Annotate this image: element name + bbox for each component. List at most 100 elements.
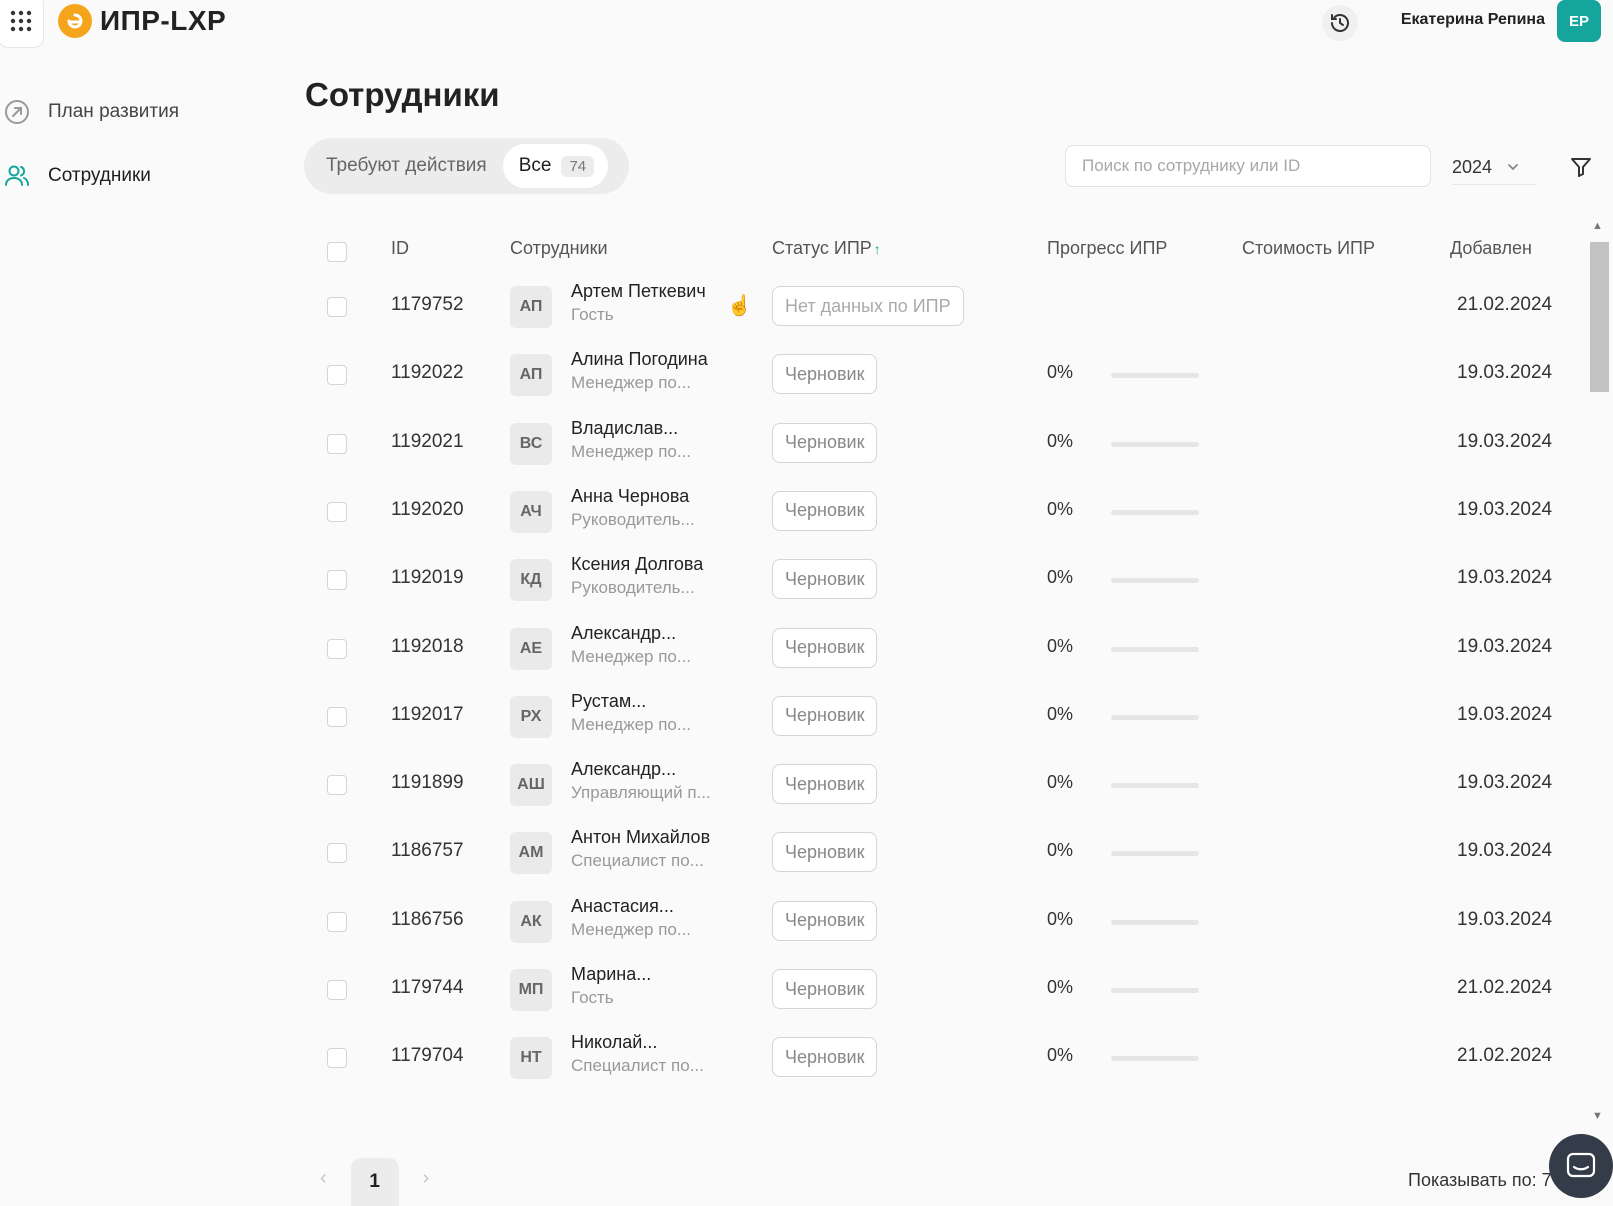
year-select-value: 2024	[1452, 156, 1493, 177]
progress-bar	[1111, 714, 1199, 720]
employee-name[interactable]: Марина...	[571, 964, 651, 985]
employee-avatar: АШ	[510, 764, 552, 807]
employee-name[interactable]: Александр...	[571, 623, 676, 644]
history-button[interactable]	[1322, 5, 1358, 41]
next-page-button[interactable]: ›	[423, 1167, 430, 1190]
users-icon	[5, 165, 29, 186]
table-row[interactable]: 1192021 ВС Владислав... Менеджер по... Черно…	[305, 409, 1575, 479]
progress-bar	[1111, 988, 1199, 993]
employee-name[interactable]: Владислав...	[571, 418, 678, 439]
employee-avatar: НТ	[510, 1037, 552, 1080]
filter-button[interactable]	[1568, 154, 1594, 180]
progress-percent: 0%	[1047, 430, 1074, 451]
app-logo[interactable]: ИПР-LXP	[58, 4, 226, 38]
table-row[interactable]: 1179744 МП Марина... Гость Черновик 0% 21.02.2…	[305, 955, 1575, 1025]
table-row[interactable]: 1191899 АШ Александр... Управляющий п... Чер…	[305, 750, 1575, 820]
progress-bar	[1111, 441, 1199, 447]
employee-id: 1179704	[391, 1045, 464, 1067]
tab-requires-action[interactable]: Требуют действия	[310, 144, 503, 188]
row-checkbox[interactable]	[327, 365, 347, 386]
table-row[interactable]: 1192017 РХ Рустам... Менеджер по... Черновик…	[305, 682, 1575, 752]
table-row[interactable]: 1186756 АК Анастасия... Менеджер по... Черно…	[305, 887, 1575, 957]
status-badge[interactable]: Черновик	[772, 627, 878, 668]
scroll-up-icon[interactable]: ▲	[1592, 220, 1603, 232]
status-badge[interactable]: Черновик	[772, 695, 878, 736]
employee-name[interactable]: Анна Чернова	[571, 486, 689, 507]
employee-name[interactable]: Антон Михайлов	[571, 827, 710, 848]
table-row[interactable]: 1192018 АЕ Александр... Менеджер по... Черно…	[305, 614, 1575, 684]
filter-icon	[1571, 158, 1591, 177]
year-select[interactable]: 2024	[1452, 150, 1536, 185]
column-header-cost[interactable]: Стоимость ИПР	[1242, 238, 1375, 259]
column-header-added[interactable]: Добавлен	[1450, 238, 1532, 259]
app-title: ИПР-LXP	[100, 5, 227, 36]
column-header-employee[interactable]: Сотрудники	[510, 238, 608, 259]
progress-percent: 0%	[1047, 567, 1074, 588]
user-avatar[interactable]: ЕР	[1557, 0, 1601, 42]
row-checkbox[interactable]	[327, 706, 347, 727]
prev-page-button[interactable]: ‹	[320, 1167, 327, 1190]
employee-name[interactable]: Алина Погодина	[571, 349, 708, 370]
employee-name[interactable]: Артем Петкевич	[571, 281, 706, 302]
employee-name[interactable]: Александр...	[571, 759, 676, 780]
status-badge[interactable]: Черновик	[772, 1037, 878, 1078]
row-checkbox[interactable]	[327, 775, 347, 796]
employee-name[interactable]: Рустам...	[571, 691, 646, 712]
scroll-down-icon[interactable]: ▼	[1592, 1110, 1603, 1122]
search-input[interactable]	[1065, 145, 1431, 187]
status-badge[interactable]: Черновик	[772, 969, 878, 1009]
table-row[interactable]: 1192022 АП Алина Погодина Менеджер по... Чер…	[305, 340, 1575, 410]
table-row[interactable]: 1192020 АЧ Анна Чернова Руководитель... Черн…	[305, 477, 1575, 547]
table-row[interactable]: 1179704 НТ Николай... Специалист по... Черно…	[305, 1023, 1575, 1093]
row-checkbox[interactable]	[327, 570, 347, 591]
per-page-selector[interactable]: Показывать по: 7	[1408, 1170, 1552, 1191]
row-checkbox[interactable]	[327, 638, 347, 659]
sidebar-item-label: Сотрудники	[48, 165, 151, 186]
select-all-checkbox[interactable]	[327, 242, 347, 262]
logo-icon	[58, 4, 92, 38]
current-page[interactable]: 1	[350, 1158, 399, 1206]
added-date: 19.03.2024	[1457, 430, 1553, 452]
column-header-id[interactable]: ID	[391, 238, 409, 259]
status-badge[interactable]: Черновик	[772, 900, 878, 941]
scrollbar-thumb[interactable]	[1590, 242, 1609, 392]
row-checkbox[interactable]	[327, 843, 347, 864]
employee-id: 1186756	[391, 908, 464, 930]
row-checkbox[interactable]	[327, 433, 347, 454]
chat-icon	[1566, 1152, 1596, 1178]
row-checkbox[interactable]	[327, 911, 347, 932]
row-checkbox[interactable]	[327, 297, 347, 317]
table-row[interactable]: 1179752 АП Артем Петкевич Гость Нет данных п…	[305, 272, 1575, 342]
status-badge[interactable]: Черновик	[772, 422, 878, 463]
sort-ascending-icon: ↑	[873, 241, 881, 257]
column-header-progress[interactable]: Прогресс ИПР	[1047, 238, 1167, 259]
status-badge[interactable]: Нет данных по ИПР	[772, 286, 964, 326]
chat-button[interactable]	[1549, 1134, 1613, 1198]
sidebar-item-employees[interactable]: Сотрудники	[0, 144, 260, 208]
progress-bar	[1111, 1056, 1199, 1062]
user-name[interactable]: Екатерина Репина	[1401, 11, 1545, 29]
employee-name[interactable]: Анастасия...	[571, 896, 674, 917]
status-badge[interactable]: Черновик	[772, 832, 878, 873]
table-scrollbar[interactable]: ▲ ▼	[1587, 220, 1609, 1130]
row-checkbox[interactable]	[327, 980, 347, 1000]
tab-all[interactable]: Все 74	[502, 144, 609, 188]
status-badge[interactable]: Черновик	[772, 354, 878, 395]
row-checkbox[interactable]	[327, 1048, 347, 1069]
employee-name[interactable]: Николай...	[571, 1032, 657, 1053]
status-badge[interactable]: Черновик	[772, 559, 878, 600]
employee-id: 1192021	[391, 430, 464, 452]
apps-grid-button[interactable]	[0, 0, 44, 48]
column-header-status[interactable]: Статус ИПР ↑	[772, 238, 881, 259]
chevron-down-icon	[1508, 164, 1518, 171]
status-badge[interactable]: Черновик	[772, 490, 878, 531]
row-checkbox[interactable]	[327, 501, 347, 522]
filter-tabs: Требуют действия Все 74	[304, 138, 629, 194]
employee-id: 1186757	[391, 840, 464, 862]
employee-name[interactable]: Ксения Долгова	[571, 554, 703, 575]
status-badge[interactable]: Черновик	[772, 764, 878, 805]
table-row[interactable]: 1186757 АМ Антон Михайлов Специалист по... Ч…	[305, 818, 1575, 888]
progress-bar	[1111, 509, 1199, 515]
sidebar-item-development-plan[interactable]: План развития	[0, 80, 260, 144]
table-row[interactable]: 1192019 КД Ксения Долгова Руководитель... Че…	[305, 545, 1575, 615]
